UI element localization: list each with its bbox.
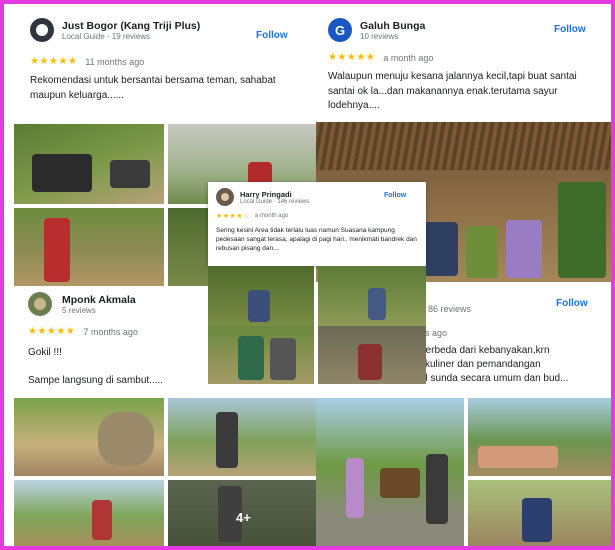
more-photos-count: 4+ (236, 510, 251, 525)
reviewer-name[interactable]: Mponk Akmala (62, 294, 136, 306)
review-time: a month ago (383, 52, 434, 63)
review-photo[interactable] (208, 266, 314, 326)
review-text: l kuliner dan pemandangan (420, 359, 541, 370)
rating-stars: ★★★★★ (328, 52, 376, 63)
avatar[interactable] (28, 292, 52, 316)
review-time: 11 months ago (85, 56, 145, 67)
review-text: berbeda dari kebanyakan,krn (420, 345, 550, 356)
review-text: Sampe langsung di sambut..... (28, 375, 164, 386)
review-card-galuh-bunga: G Galuh Bunga 10 reviews Follow ★★★★★ a … (322, 12, 605, 120)
review-photo[interactable] (168, 208, 208, 288)
follow-button[interactable]: Follow (256, 30, 288, 41)
reviewer-name[interactable]: Galuh Bunga (360, 20, 425, 32)
follow-button[interactable]: Follow (384, 192, 406, 199)
review-photo[interactable] (168, 398, 316, 476)
review-photo[interactable] (14, 208, 164, 288)
review-photo[interactable] (208, 326, 314, 384)
review-photo-more[interactable]: 4+ (168, 480, 316, 546)
user-icon (36, 24, 48, 36)
avatar[interactable]: G (328, 18, 352, 42)
review-photo[interactable] (318, 266, 426, 326)
rating-stars: ★★★★★ (30, 56, 78, 67)
reviewer-meta: Local Guide · 19 reviews (62, 31, 151, 41)
reviewer-meta: 86 reviews (428, 304, 472, 314)
reviewer-name[interactable]: Harry Pringadi (240, 190, 309, 199)
review-time: 7 months ago (83, 326, 138, 337)
review-text: Walaupun menuju kesana jalannya kecil,ta… (328, 71, 577, 111)
follow-button[interactable]: Follow (554, 24, 586, 35)
reviewer-meta: 10 reviews (360, 31, 399, 41)
review-photo[interactable] (468, 398, 611, 476)
review-text: Gokil !!! (28, 347, 62, 358)
review-time: a month ago (254, 213, 289, 219)
review-card-just-bogor: Just Bogor (Kang Triji Plus) Local Guide… (24, 12, 300, 122)
review-card-harry-pringadi: Harry Pringadi Local Guide · 146 reviews… (208, 182, 426, 266)
review-photo[interactable] (14, 398, 164, 476)
follow-button[interactable]: Follow (556, 298, 588, 309)
review-photo[interactable] (14, 124, 164, 204)
avatar[interactable] (30, 18, 54, 42)
review-text: Rekomendasi untuk bersantai bersama tema… (30, 75, 276, 101)
review-photo[interactable] (468, 480, 611, 546)
collage-frame: Just Bogor (Kang Triji Plus) Local Guide… (0, 0, 615, 550)
review-text: Sering kesini Area tidak terlalu luas na… (216, 227, 417, 253)
review-photo[interactable] (14, 480, 164, 546)
rating-stars: ★★★★★ (28, 326, 76, 337)
rating-stars: ★★★★☆ (216, 213, 250, 220)
reviewer-meta: Local Guide · 146 reviews (240, 198, 310, 205)
review-text: al sunda secara umum dan bud... (420, 373, 569, 384)
reviewer-name[interactable]: Just Bogor (Kang Triji Plus) (62, 20, 200, 32)
user-icon (221, 193, 229, 201)
user-icon (34, 298, 46, 310)
avatar[interactable] (216, 188, 234, 206)
review-photo[interactable] (318, 326, 426, 384)
avatar-letter: G (334, 22, 346, 38)
review-photo[interactable] (316, 398, 464, 546)
reviewer-meta: 5 reviews (62, 305, 96, 315)
